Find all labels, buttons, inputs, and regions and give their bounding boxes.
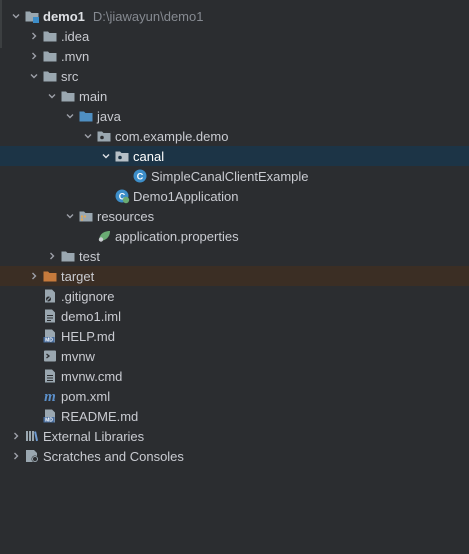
tree-item-label: src — [61, 68, 79, 84]
tree-item-label: java — [97, 108, 121, 124]
tree-item-resources[interactable]: resources — [0, 206, 469, 226]
svg-text:MD: MD — [45, 417, 53, 423]
tree-item-label: Demo1Application — [133, 188, 239, 204]
tree-item-label: mvnw.cmd — [61, 368, 123, 384]
chevron-right-icon[interactable] — [26, 268, 42, 284]
tree-item-demo1-iml[interactable]: demo1.iml — [0, 306, 469, 326]
ignore-file-icon — [42, 288, 58, 304]
source-folder-icon — [78, 108, 94, 124]
package-icon — [114, 148, 130, 164]
tree-item-label: Scratches and Consoles — [43, 448, 184, 464]
tree-item-label: pom.xml — [61, 388, 111, 404]
spring-properties-icon — [96, 228, 112, 244]
tree-item-label: test — [79, 248, 100, 264]
tree-item-test[interactable]: test — [0, 246, 469, 266]
tree-item-label: .idea — [61, 28, 90, 44]
excluded-folder-icon — [42, 268, 58, 284]
tree-item-label: External Libraries — [43, 428, 145, 444]
tree-item-mvnw-cmd[interactable]: mvnw.cmd — [0, 366, 469, 386]
tree-item-label: .gitignore — [61, 288, 115, 304]
tree-item-simple-canal-client[interactable]: C SimpleCanalClientExample — [0, 166, 469, 186]
folder-icon — [42, 28, 58, 44]
tree-item-mvnw[interactable]: mvnw — [0, 346, 469, 366]
iml-file-icon — [42, 308, 58, 324]
shell-script-icon — [42, 348, 58, 364]
svg-text:MD: MD — [45, 337, 53, 343]
tree-item-label: .mvn — [61, 48, 90, 64]
project-name: demo1 — [43, 8, 85, 24]
tree-item-label: mvnw — [61, 348, 95, 364]
chevron-down-icon[interactable] — [62, 108, 78, 124]
folder-icon — [42, 68, 58, 84]
chevron-right-icon[interactable] — [26, 28, 42, 44]
chevron-right-icon[interactable] — [44, 248, 60, 264]
project-path: D:\jiawayun\demo1 — [92, 8, 204, 24]
folder-icon — [60, 88, 76, 104]
spring-boot-class-icon: C — [114, 188, 130, 204]
text-file-icon — [42, 368, 58, 384]
tree-item-idea[interactable]: .idea — [0, 26, 469, 46]
tree-item-help-md[interactable]: MD HELP.md — [0, 326, 469, 346]
folder-icon — [60, 248, 76, 264]
markdown-file-icon: MD — [42, 408, 58, 424]
chevron-right-icon[interactable] — [8, 448, 24, 464]
tree-item-label: main — [79, 88, 108, 104]
tree-item-src[interactable]: src — [0, 66, 469, 86]
module-folder-icon — [24, 8, 40, 24]
tree-item-label: README.md — [61, 408, 139, 424]
resources-folder-icon — [78, 208, 94, 224]
tree-item-application-properties[interactable]: application.properties — [0, 226, 469, 246]
maven-icon: m — [42, 388, 58, 404]
chevron-right-icon[interactable] — [26, 48, 42, 64]
tree-item-label: HELP.md — [61, 328, 115, 344]
svg-text:m: m — [44, 389, 56, 404]
project-tool-window: demo1 D:\jiawayun\demo1 .idea .mvn src m… — [0, 0, 469, 554]
tree-item-external-libraries[interactable]: External Libraries — [0, 426, 469, 446]
tree-item-label: canal — [133, 148, 165, 164]
tree-item-demo1[interactable]: demo1 D:\jiawayun\demo1 — [0, 6, 469, 26]
library-icon — [24, 428, 40, 444]
tree-item-mvn[interactable]: .mvn — [0, 46, 469, 66]
tree-item-canal[interactable]: canal — [0, 146, 469, 166]
package-icon — [96, 128, 112, 144]
java-class-icon: C — [132, 168, 148, 184]
chevron-down-icon[interactable] — [26, 68, 42, 84]
chevron-down-icon[interactable] — [62, 208, 78, 224]
tree-item-gitignore[interactable]: .gitignore — [0, 286, 469, 306]
tree-item-java[interactable]: java — [0, 106, 469, 126]
scratches-icon — [24, 448, 40, 464]
tree-item-label: target — [61, 268, 95, 284]
tree-item-label: application.properties — [115, 228, 239, 244]
tree-item-label: SimpleCanalClientExample — [151, 168, 309, 184]
tree-item-label: com.example.demo — [115, 128, 229, 144]
folder-icon — [42, 48, 58, 64]
svg-text:C: C — [137, 172, 144, 182]
tree-item-package[interactable]: com.example.demo — [0, 126, 469, 146]
chevron-down-icon[interactable] — [44, 88, 60, 104]
tree-item-label: demo1.iml — [61, 308, 121, 324]
tree-item-readme-md[interactable]: MD README.md — [0, 406, 469, 426]
tree-item-target[interactable]: target — [0, 266, 469, 286]
chevron-down-icon[interactable] — [80, 128, 96, 144]
tree-item-pom-xml[interactable]: m pom.xml — [0, 386, 469, 406]
project-tree: demo1 D:\jiawayun\demo1 .idea .mvn src m… — [0, 6, 469, 466]
chevron-right-icon[interactable] — [8, 428, 24, 444]
tree-item-scratches[interactable]: Scratches and Consoles — [0, 446, 469, 466]
chevron-down-icon[interactable] — [98, 148, 114, 164]
tree-item-label: resources — [97, 208, 155, 224]
markdown-file-icon: MD — [42, 328, 58, 344]
chevron-down-icon[interactable] — [8, 8, 24, 24]
tree-item-main[interactable]: main — [0, 86, 469, 106]
tree-item-demo1-application[interactable]: C Demo1Application — [0, 186, 469, 206]
